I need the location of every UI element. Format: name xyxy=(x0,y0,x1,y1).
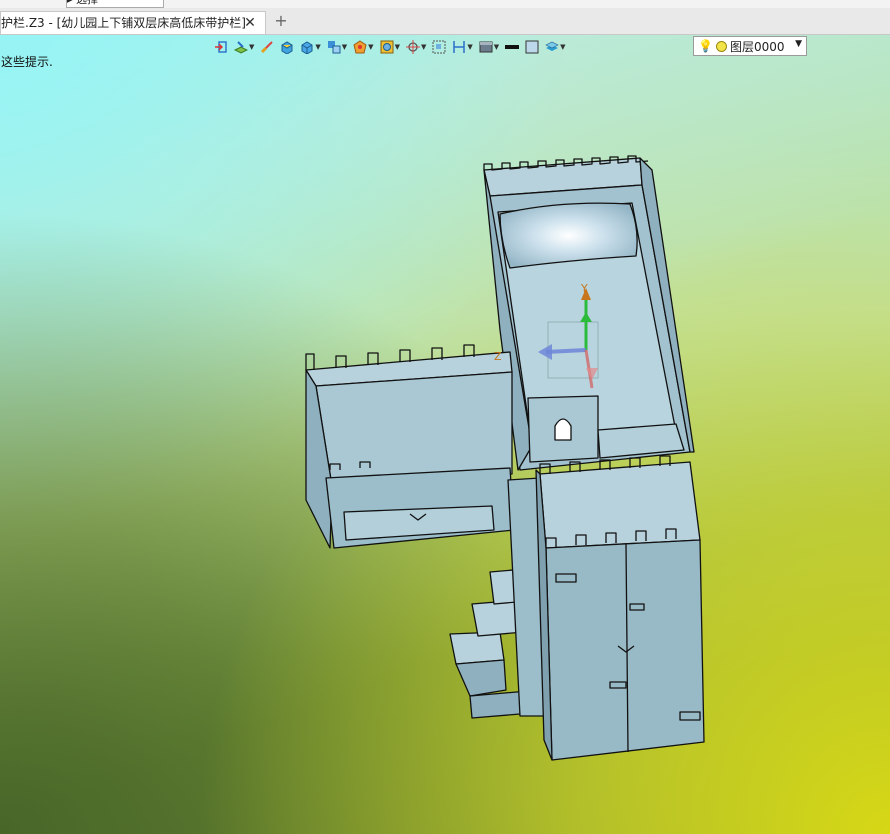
z-axis-label: Z xyxy=(494,350,502,363)
upper-bed xyxy=(483,155,695,471)
cabinet xyxy=(535,455,705,761)
bunk-bed-model[interactable]: Y Z xyxy=(0,0,890,834)
y-axis-label: Y xyxy=(580,282,588,295)
lower-bed xyxy=(305,344,515,549)
